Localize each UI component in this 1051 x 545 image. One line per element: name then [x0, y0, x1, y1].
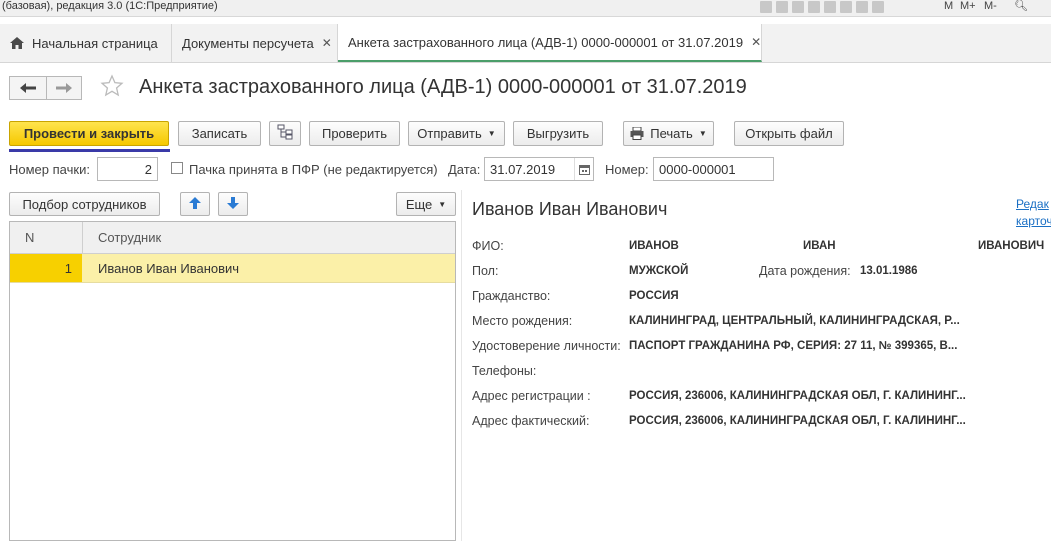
mail-icon[interactable]: [808, 1, 820, 13]
tab-personnel-docs-label: Документы персучета: [182, 35, 314, 51]
registration-address-value: РОССИЯ, 236006, КАЛИНИНГРАДСКАЯ ОБЛ, Г. …: [629, 390, 966, 402]
favorite-star-icon[interactable]: [100, 74, 124, 101]
panel-splitter[interactable]: [461, 190, 462, 541]
calendar-icon[interactable]: [574, 158, 594, 180]
batch-number-label: Номер пачки:: [9, 162, 90, 177]
fio-label: ФИО:: [472, 239, 504, 253]
more-button[interactable]: Еще ▼: [396, 192, 456, 216]
hierarchy-icon: [277, 124, 293, 143]
gender-value: МУЖСКОЙ: [629, 265, 689, 277]
employee-name-heading: Иванов Иван Иванович: [472, 199, 668, 219]
registration-address-label: Адрес регистрации :: [472, 389, 591, 403]
primary-focus-underline: [9, 149, 170, 152]
date-label: Дата:: [448, 162, 481, 177]
id-document-label: Удостоверение личности:: [472, 339, 621, 353]
open-file-button[interactable]: Открыть файл: [734, 121, 844, 146]
print-button[interactable]: Печать ▼: [623, 121, 714, 146]
edit-card-link-cont[interactable]: карточ: [1016, 214, 1051, 228]
row-number: 1: [10, 254, 82, 282]
save-button[interactable]: Записать: [178, 121, 261, 146]
calendar-icon[interactable]: [856, 1, 868, 13]
structure-button[interactable]: [269, 121, 301, 146]
birth-date-label: Дата рождения:: [759, 264, 851, 278]
row-employee-name: Иванов Иван Иванович: [98, 260, 240, 276]
table-icon[interactable]: [840, 1, 852, 13]
close-icon[interactable]: ✕: [322, 36, 332, 50]
preview-icon[interactable]: [792, 1, 804, 13]
calculator-icon[interactable]: [872, 1, 884, 13]
table-row[interactable]: 1 Иванов Иван Иванович: [10, 254, 455, 283]
birth-date-value: 13.01.1986: [860, 265, 918, 277]
tab-personnel-docs[interactable]: Документы персучета ✕: [172, 24, 338, 62]
citizenship-value: РОССИЯ: [629, 290, 679, 302]
print-icon[interactable]: [776, 1, 788, 13]
tab-bar: Начальная страница Документы персучета ✕…: [0, 24, 1051, 63]
batch-accepted-checkbox[interactable]: [171, 162, 183, 174]
batch-accepted-label: Пачка принята в ПФР (не редактируется): [189, 162, 438, 177]
tab-adv1-form-label: Анкета застрахованного лица (АДВ-1) 0000…: [348, 34, 744, 50]
move-down-button[interactable]: [218, 192, 248, 216]
title-toolbar-icons: [760, 1, 884, 13]
arrow-right-icon: [56, 80, 72, 96]
table-header: N Сотрудник: [10, 222, 455, 254]
home-icon: [10, 37, 24, 49]
printer-icon: [630, 127, 644, 140]
send-button-label: Отправить: [417, 126, 482, 141]
actual-address-value: РОССИЯ, 236006, КАЛИНИНГРАДСКАЯ ОБЛ, Г. …: [629, 415, 966, 427]
send-button[interactable]: Отправить ▼: [408, 121, 505, 146]
window-title: (базовая), редакция 3.0 (1С:Предприятие): [2, 0, 218, 12]
page-title: Анкета застрахованного лица (АДВ-1) 0000…: [139, 76, 747, 98]
arrow-down-icon: [227, 196, 239, 212]
id-document-value: ПАСПОРТ ГРАЖДАНИНА РФ, СЕРИЯ: 27 11, № 3…: [629, 340, 958, 352]
save-icon[interactable]: [760, 1, 772, 13]
arrow-left-icon: [20, 80, 36, 96]
caret-down-icon: ▼: [487, 129, 496, 138]
number-label: Номер:: [605, 162, 649, 177]
citizenship-label: Гражданство:: [472, 289, 551, 303]
print-button-label: Печать: [650, 126, 693, 141]
edit-card-link[interactable]: Редак: [1016, 197, 1049, 211]
move-up-button[interactable]: [180, 192, 210, 216]
gender-label: Пол:: [472, 264, 499, 278]
post-and-close-button[interactable]: Провести и закрыть: [9, 121, 169, 146]
window-title-bar: (базовая), редакция 3.0 (1С:Предприятие)…: [0, 0, 1051, 17]
column-header-number[interactable]: N: [25, 222, 34, 253]
tab-home[interactable]: Начальная страница: [0, 24, 172, 62]
batch-number-input[interactable]: 2: [97, 157, 158, 181]
birthplace-label: Место рождения:: [472, 314, 573, 328]
zoom-icon[interactable]: 🔍︎: [1014, 0, 1028, 12]
link-icon[interactable]: [824, 1, 836, 13]
back-button[interactable]: [9, 76, 47, 100]
caret-down-icon: ▼: [698, 129, 707, 138]
actual-address-label: Адрес фактический:: [472, 414, 590, 428]
forward-button[interactable]: [46, 76, 82, 100]
last-name-value: ИВАНОВ: [629, 240, 679, 252]
select-employees-button[interactable]: Подбор сотрудников: [9, 192, 160, 216]
column-divider: [82, 222, 83, 253]
memory-minus-button[interactable]: M-: [984, 0, 997, 12]
tab-home-label: Начальная страница: [32, 35, 158, 51]
check-button[interactable]: Проверить: [309, 121, 400, 146]
birthplace-value: КАЛИНИНГРАД, ЦЕНТРАЛЬНЫЙ, КАЛИНИНГРАДСКА…: [629, 315, 960, 327]
memory-button[interactable]: M: [944, 0, 953, 12]
first-name-value: ИВАН: [803, 240, 836, 252]
employees-table: N Сотрудник 1 Иванов Иван Иванович: [9, 221, 456, 541]
patronymic-value: ИВАНОВИЧ: [978, 240, 1045, 252]
close-icon[interactable]: ✕: [751, 35, 761, 49]
column-header-employee[interactable]: Сотрудник: [98, 222, 161, 253]
phones-label: Телефоны:: [472, 364, 537, 378]
caret-down-icon: ▼: [438, 199, 447, 209]
arrow-up-icon: [189, 196, 201, 212]
more-button-label: Еще: [405, 196, 433, 212]
memory-plus-button[interactable]: M+: [960, 0, 976, 12]
number-input[interactable]: 0000-000001: [653, 157, 774, 181]
tab-adv1-form[interactable]: Анкета застрахованного лица (АДВ-1) 0000…: [338, 24, 762, 62]
export-button[interactable]: Выгрузить: [513, 121, 603, 146]
